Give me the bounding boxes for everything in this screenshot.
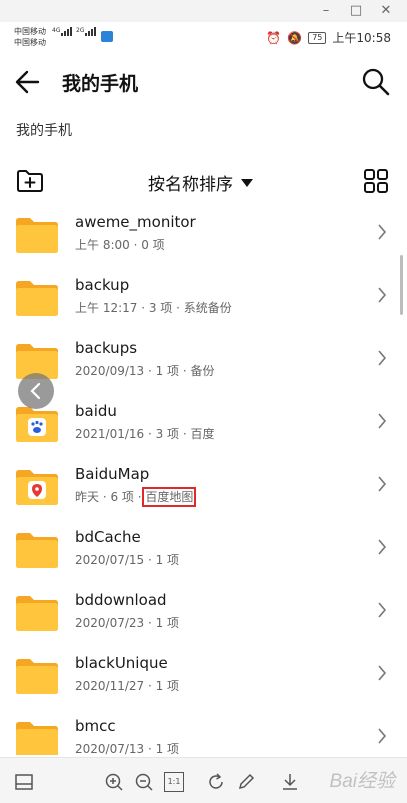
watermark: Bai经验 <box>329 771 395 792</box>
zoom-in-icon[interactable] <box>104 772 124 792</box>
file-name: bdCache <box>75 528 141 546</box>
list-item[interactable]: blackUnique 2020/11/27 · 1 项 <box>0 641 407 704</box>
new-folder-button[interactable] <box>16 168 44 194</box>
file-meta: 2020/11/27 · 1 项 <box>75 679 180 693</box>
file-meta: 2020/09/13 · 1 项 · 备份 <box>75 364 215 378</box>
file-meta: 2020/07/23 · 1 项 <box>75 616 180 630</box>
baidumap-folder-icon <box>16 470 58 505</box>
network-type-1: 4G <box>52 27 61 34</box>
file-meta-prefix: 昨天 · 6 项 · <box>75 490 146 504</box>
folder-icon <box>16 722 58 755</box>
arrow-left-icon <box>15 70 40 94</box>
folder-icon <box>16 596 58 631</box>
file-list: aweme_monitor 上午 8:00 · 0 项 backup 上午 12… <box>0 200 407 755</box>
list-item[interactable]: backups 2020/09/13 · 1 项 · 备份 <box>0 326 407 389</box>
sort-dropdown[interactable]: 按名称排序 <box>148 170 253 195</box>
close-icon[interactable]: ✕ <box>376 2 396 20</box>
chevron-right-icon <box>378 665 387 681</box>
file-name: BaiduMap <box>75 465 150 483</box>
scrollbar[interactable] <box>400 255 403 315</box>
file-name: backup <box>75 276 130 294</box>
file-name: bmcc <box>75 717 116 735</box>
chevron-right-icon <box>378 728 387 744</box>
status-bar: 中国移动 4G 中国移动 2G ⏰ 🔕 75 上午10:58 <box>0 22 407 58</box>
list-item[interactable]: bmcc 2020/07/13 · 1 项 <box>0 704 407 755</box>
grid-icon <box>364 169 388 193</box>
list-item[interactable]: aweme_monitor 上午 8:00 · 0 项 <box>0 200 407 263</box>
mute-icon: 🔕 <box>287 30 303 45</box>
file-name: backups <box>75 339 138 357</box>
file-meta: 上午 12:17 · 3 项 · 系统备份 <box>75 301 232 315</box>
grid-view-button[interactable] <box>363 168 389 194</box>
carrier-2: 中国移动 <box>14 38 46 47</box>
file-name: aweme_monitor <box>75 213 196 231</box>
toolbar: 按名称排序 <box>0 164 407 198</box>
actual-size-button[interactable]: 1:1 <box>164 772 184 792</box>
chevron-right-icon <box>378 602 387 618</box>
file-name: bddownload <box>75 591 167 609</box>
new-folder-icon <box>17 170 43 192</box>
signal-icon-2 <box>85 27 96 36</box>
zoom-out-icon[interactable] <box>134 772 154 792</box>
minimize-icon[interactable]: – <box>316 2 336 20</box>
file-meta: 昨天 · 6 项 · 百度地图 <box>75 487 197 507</box>
rotate-icon[interactable] <box>206 772 226 792</box>
chevron-right-icon <box>378 539 387 555</box>
list-item[interactable]: baidu 2021/01/16 · 3 项 · 百度 <box>0 389 407 452</box>
folder-icon <box>16 533 58 568</box>
carrier-1: 中国移动 <box>14 27 46 36</box>
network-type-2: 2G <box>76 27 85 34</box>
search-icon <box>362 68 390 96</box>
folder-icon <box>16 659 58 694</box>
folder-icon <box>16 281 58 316</box>
signal-icon <box>61 27 72 36</box>
back-button[interactable] <box>14 68 44 96</box>
folder-icon <box>16 218 58 253</box>
file-meta: 2020/07/13 · 1 项 <box>75 742 180 755</box>
file-name: baidu <box>75 402 117 420</box>
search-button[interactable] <box>361 67 391 97</box>
file-meta: 2020/07/15 · 1 项 <box>75 553 180 567</box>
chevron-left-icon <box>30 382 41 400</box>
page-title: 我的手机 <box>62 73 139 95</box>
file-meta: 上午 8:00 · 0 项 <box>75 238 165 252</box>
image-viewer-toolbar: 1:1 Bai经验 <box>0 757 407 803</box>
window-chrome: – □ ✕ <box>0 0 407 22</box>
alarm-icon: ⏰ <box>266 30 282 45</box>
caret-down-icon <box>241 178 253 187</box>
chevron-right-icon <box>378 476 387 492</box>
sort-label: 按名称排序 <box>148 175 233 195</box>
highlighted-app-name: 百度地图 <box>142 487 197 507</box>
panel-icon[interactable] <box>14 772 34 792</box>
chevron-right-icon <box>378 224 387 240</box>
file-meta: 2021/01/16 · 3 项 · 百度 <box>75 427 215 441</box>
breadcrumb[interactable]: 我的手机 <box>16 120 72 140</box>
list-item[interactable]: bddownload 2020/07/23 · 1 项 <box>0 578 407 641</box>
list-item[interactable]: bdCache 2020/07/15 · 1 项 <box>0 515 407 578</box>
list-item[interactable]: backup 上午 12:17 · 3 项 · 系统备份 <box>0 263 407 326</box>
clock: 上午10:58 <box>332 31 391 45</box>
floating-back-button[interactable] <box>18 373 54 409</box>
baidu-folder-icon <box>16 407 58 442</box>
notification-app-icon <box>101 31 113 42</box>
title-bar: 我的手机 <box>0 58 407 106</box>
edit-icon[interactable] <box>236 772 256 792</box>
chevron-right-icon <box>378 287 387 303</box>
battery-icon: 75 <box>308 31 327 44</box>
file-name: blackUnique <box>75 654 168 672</box>
chevron-right-icon <box>378 413 387 429</box>
chevron-right-icon <box>378 350 387 366</box>
download-icon[interactable] <box>280 772 300 792</box>
maximize-icon[interactable]: □ <box>346 2 366 20</box>
list-item[interactable]: BaiduMap 昨天 · 6 项 · 百度地图 <box>0 452 407 515</box>
